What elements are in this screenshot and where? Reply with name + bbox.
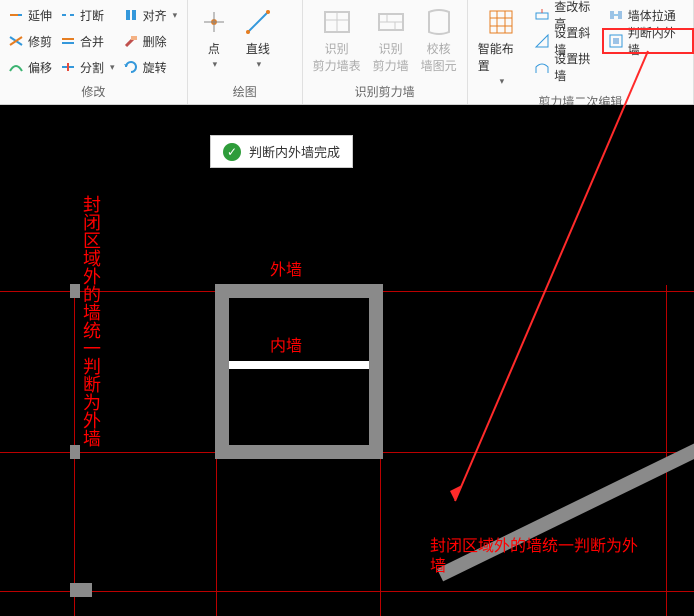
inner-wall-label: 内墙 — [270, 337, 302, 357]
drawing-canvas[interactable]: ✓ 判断内外墙完成 封闭区域外的墙统一判断为外墙 外墙 内墙 封闭区域外的墙统一… — [0, 105, 694, 616]
annotation-arrow — [0, 1, 694, 616]
horizontal-annotation: 封闭区域外的墙统一判断为外墙 — [430, 537, 650, 577]
vertical-annotation: 封闭区域外的墙统一判断为外墙 — [80, 195, 102, 447]
outer-wall-label: 外墙 — [270, 261, 302, 281]
